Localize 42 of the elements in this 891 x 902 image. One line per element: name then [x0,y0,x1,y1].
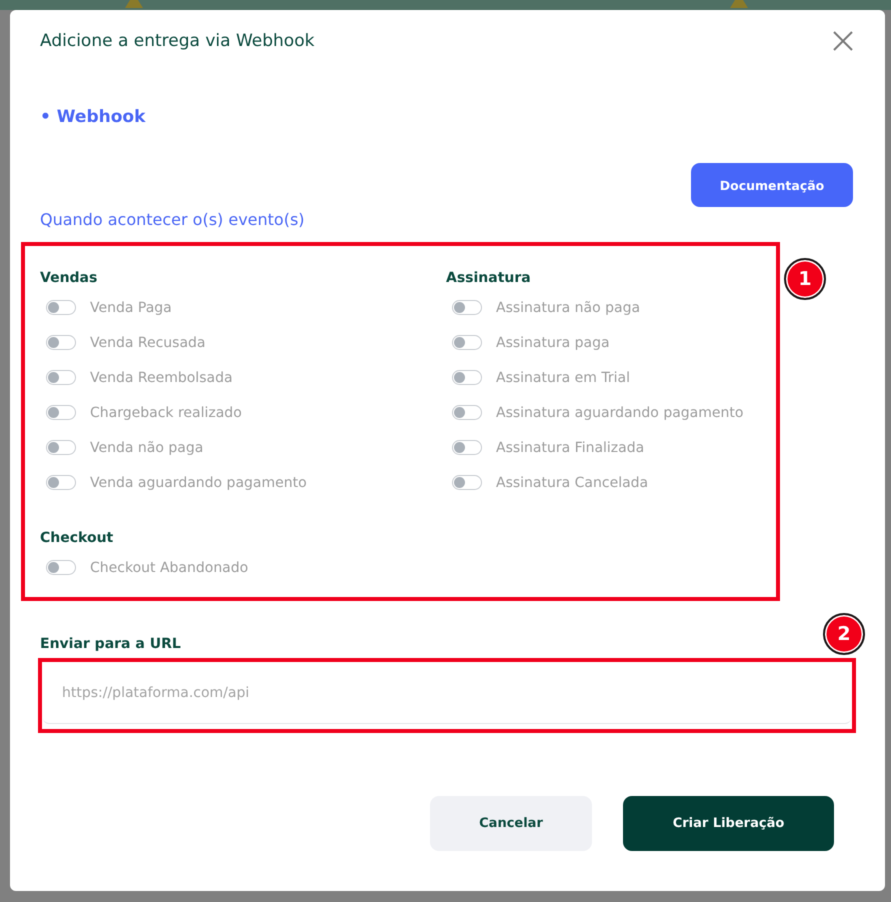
group-heading: Vendas [40,269,98,288]
toggle-switch[interactable] [46,405,76,420]
toggle-switch[interactable] [452,440,482,455]
event-label: Assinatura não paga [496,298,640,318]
step-badge: 1 [784,258,826,300]
toggle-switch[interactable] [452,370,482,385]
event-label: Venda Reembolsada [90,368,233,388]
toggle-switch[interactable] [46,335,76,350]
event-label: Assinatura Finalizada [496,438,644,458]
toggle-switch[interactable] [46,370,76,385]
event-label: Venda Recusada [90,334,206,352]
event-label: Assinatura Cancelada [496,474,648,492]
documentation-button[interactable]: Documentação [691,163,853,207]
step-badge: 2 [823,613,865,655]
toggle-switch[interactable] [452,300,482,315]
section-heading: • Webhook [40,106,146,129]
toggle-switch[interactable] [452,405,482,420]
create-button[interactable]: Criar Liberação [623,796,834,851]
toggle-switch[interactable] [452,335,482,350]
close-icon [833,31,853,51]
event-label: Assinatura paga [496,334,610,352]
warning-icon [124,0,144,8]
event-label: Assinatura aguardando pagamento [496,404,744,422]
group-heading: Checkout [40,529,114,548]
modal-title: Adicione a entrega via Webhook [40,30,314,53]
toggle-switch[interactable] [46,440,76,455]
toggle-switch[interactable] [452,475,482,490]
toggle-switch[interactable] [46,560,76,575]
close-button[interactable] [833,31,853,51]
field-label: Enviar para a URL [40,635,181,654]
events-heading: Quando acontecer o(s) evento(s) [40,209,305,231]
group-heading: Assinatura [446,269,531,288]
event-label: Venda Paga [90,298,172,318]
event-label: Venda não paga [90,438,204,458]
cancel-button[interactable]: Cancelar [430,796,592,851]
toggle-switch[interactable] [46,300,76,315]
event-label: Checkout Abandonado [90,558,248,578]
warning-icon [729,0,749,8]
event-label: Chargeback realizado [90,404,242,422]
toggle-switch[interactable] [46,475,76,490]
event-label: Assinatura em Trial [496,368,630,388]
event-label: Venda aguardando pagamento [90,474,307,492]
